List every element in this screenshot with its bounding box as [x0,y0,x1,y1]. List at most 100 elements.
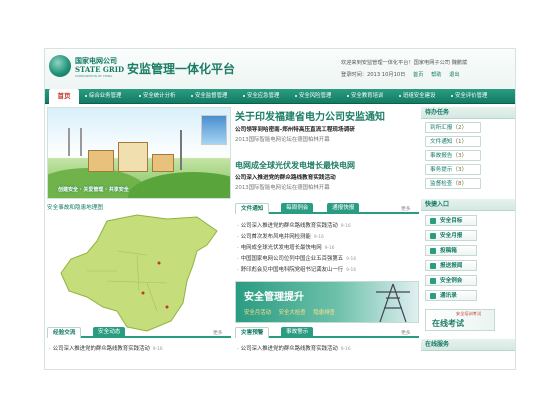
todo-label: 事故报告 [430,153,453,159]
news-date: 9-16 [346,268,357,273]
news-item[interactable]: 舒印彪会见中国电科院党组书记龚友山一行9-16 [237,265,356,273]
state-grid-logo-icon [49,55,71,77]
logo-sub-text: CORPORATION OF CHINA [75,74,113,78]
tab-experience[interactable]: 经验交流 [47,327,82,338]
news-text: 中国国家电网公司位列中国企业五百强第五 [240,256,344,262]
tab-file-notice[interactable]: 文件通知 [235,203,270,214]
incident-tabbar: 灾害预警 事故警示 [235,327,419,338]
quick-report-news-button[interactable]: 报送报闻 [425,260,477,271]
nav-item-emergency[interactable]: 安全应急管理 [243,89,279,104]
headline-second-gray[interactable]: 2013国际智能电网论坛在德国柏林开幕 [235,183,330,191]
todo-item[interactable]: 事务提示（3） [425,164,481,175]
experience-more-link[interactable]: 更多 [213,329,223,336]
building-shape [118,142,148,172]
quick-entry-header: 快捷入口 [421,199,515,211]
todo-label: 事务提示 [430,167,453,173]
news-date: 9-16 [340,224,351,229]
nav-home-tab[interactable]: 首页 [49,89,79,104]
nav-item-evaluation[interactable]: 安全评价管理 [451,89,487,104]
news-text: 公司深入推进党的群众路线教育实践活动 [52,346,150,352]
news-item[interactable]: 电网成全球光伏发电增长最快电网9-16 [237,243,335,251]
todo-count: 3 [458,167,462,173]
building-shape [152,154,174,172]
tab-weekly-meeting[interactable]: 每周例会 [281,203,314,214]
hill-shape [128,172,230,198]
headline-second[interactable]: 电网成全球光伏发电增长最快电网 [235,160,355,171]
news-item[interactable]: 公司深入推进党的群众路线教育实践活动9-16 [49,344,163,352]
headline-main[interactable]: 关于印发福建省电力公司安监通知 [235,108,385,123]
nav-item-team[interactable]: 班组安全建设 [399,89,435,104]
news-text: 公司深入推进党的群众路线教育实践活动 [240,223,338,229]
exam-big-text: 在线考试 [432,319,464,328]
header-bar: 国家电网公司 STATE GRID CORPORATION OF CHINA 安… [45,49,515,89]
online-exam-banner[interactable]: 安全培训考试 在线考试 [425,309,495,331]
pylon-structure [376,283,410,322]
nav-item-training[interactable]: 安全教育培训 [347,89,383,104]
news-date: 9-16 [313,235,324,240]
main-nav: 首页 综合业务管理 安全统计分析 安全监督管理 安全应急管理 安全风险管理 安全… [45,89,515,104]
logo-en-text: STATE GRID [75,65,125,74]
news-date: 9-16 [346,257,357,262]
todo-label: 文件通知 [430,139,453,145]
todo-count: 3 [458,153,462,159]
news-item[interactable]: 公司深入推进党的群众路线教育实践活动9-16 [237,344,351,352]
welcome-text: 欢迎来到安监管理一体化平台！国家电网子公司 魏鹏斌 [341,60,468,66]
news-date: 9-16 [340,347,351,352]
news-text: 公司首次发布风电并网检测能 [240,234,311,240]
exam-small-text: 安全培训考试 [456,311,482,316]
file-more-link[interactable]: 更多 [401,205,411,212]
tab-safety-news[interactable]: 安全动态 [93,327,126,338]
help-link[interactable]: 帮助 [431,72,441,78]
headline-second-sub[interactable]: 公司深入推进党的群众路线教育实践活动 [235,173,336,181]
todo-item[interactable]: 文件通知（1） [425,136,481,147]
quick-submission-box-button[interactable]: 投稿箱 [425,245,477,256]
china-map[interactable] [47,211,231,343]
building-shape [88,150,114,172]
news-item[interactable]: 中国国家电网公司位列中国企业五百强第五9-16 [237,254,356,262]
nav-item-risk[interactable]: 安全风险管理 [295,89,331,104]
todo-count: 1 [458,139,462,145]
tab-bulletin[interactable]: 通报快报 [327,203,360,214]
app-window: 国家电网公司 STATE GRID CORPORATION OF CHINA 安… [44,48,516,370]
home-link[interactable]: 首页 [413,72,423,78]
login-info: 登录时间：2013 10月10日 首页 帮助 退出 [341,71,460,78]
news-item[interactable]: 公司深入推进党的群众路线教育实践活动9-16 [237,221,351,229]
quick-meeting-button[interactable]: 安全例会 [425,275,477,286]
power-pylon-icon [376,283,410,322]
nav-item-comprehensive[interactable]: 综合业务管理 [85,89,121,104]
map-marker [141,291,145,295]
pylon-icon [68,128,82,156]
news-item[interactable]: 公司首次发布风电并网检测能9-16 [237,232,324,240]
todo-item[interactable]: 到所汇报（2） [425,122,481,133]
china-map-shape [60,214,218,332]
map-title: 安全事故和隐患地理图 [47,205,103,211]
news-text: 电网成全球光伏发电增长最快电网 [240,245,322,251]
headline-gray[interactable]: 2013国际智能电网论坛在德国柏林开幕 [235,135,330,143]
banner-caption: 创建安全 · 关爱管理 · 共享安全 [58,187,129,193]
todo-item[interactable]: 监督检查（8） [425,178,481,189]
headline-sub[interactable]: 公司领导到哈密南-郑州特高压直流工程现场调研 [235,125,355,133]
map-marker [165,305,169,309]
tab-accident-alert[interactable]: 事故警示 [281,327,314,338]
todo-count: 8 [458,181,462,187]
quick-contacts-button[interactable]: 通讯录 [425,290,477,301]
incident-more-link[interactable]: 更多 [401,329,411,336]
safety-management-banner[interactable]: 安全管理提升 安全月活动 安全大检查 隐患排查 [235,281,419,323]
quick-safety-goal-button[interactable]: 安全目标 [425,215,477,226]
file-tabbar: 文件通知 每周例会 通报快报 [235,203,419,214]
news-thumbnail[interactable] [201,115,227,145]
safety-banner-tags: 安全月活动 安全大检查 隐患排查 [244,310,335,316]
nav-item-statistics[interactable]: 安全统计分析 [139,89,175,104]
quick-monthly-report-button[interactable]: 安全月报 [425,230,477,241]
online-service-header: 在线服务 [421,339,515,351]
experience-tabbar: 经验交流 安全动态 [47,327,231,338]
logout-link[interactable]: 退出 [449,72,459,78]
map-marker [157,261,161,265]
news-date: 9-16 [152,347,163,352]
tab-disaster-warning[interactable]: 灾害预警 [235,327,270,338]
login-time: 登录时间：2013 10月10日 [341,72,406,78]
todo-item[interactable]: 事故报告（3） [425,150,481,161]
nav-item-supervision[interactable]: 安全监督管理 [191,89,227,104]
system-title: 安监管理一体化平台 [127,62,236,76]
todo-label: 到所汇报 [430,125,453,131]
